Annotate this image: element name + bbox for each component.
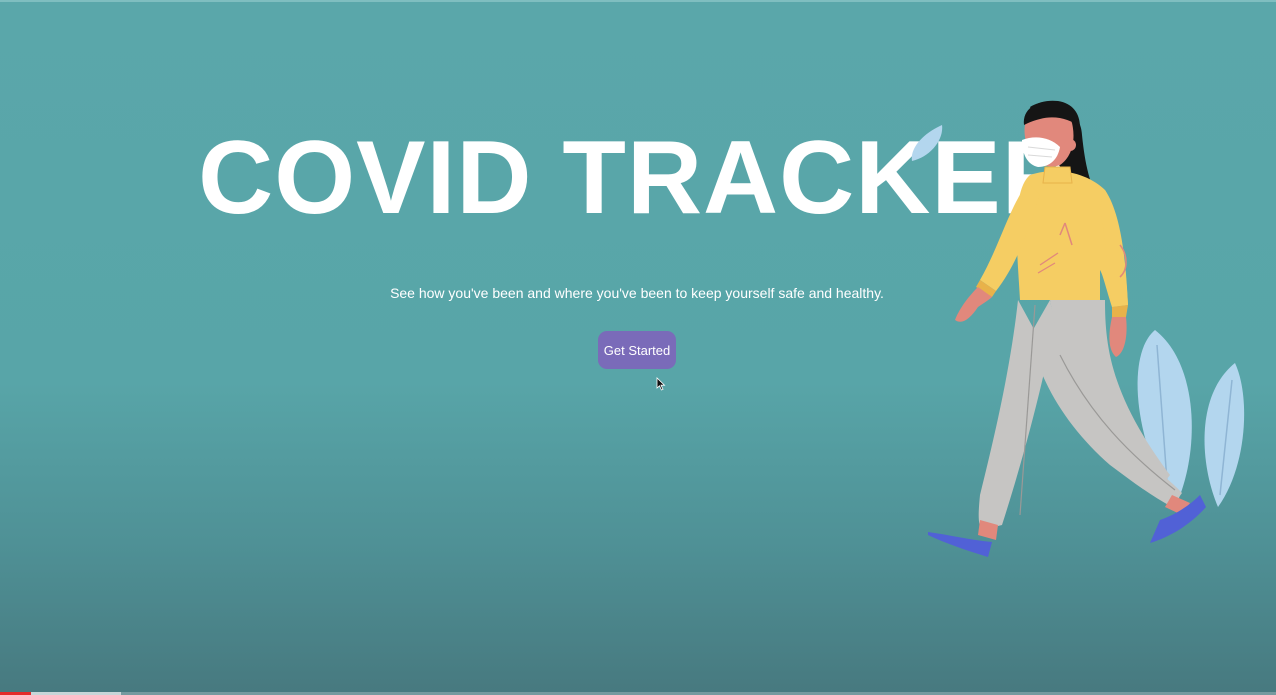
get-started-button[interactable]: Get Started <box>598 331 676 369</box>
mouse-cursor-icon <box>656 377 666 391</box>
walking-woman-illustration <box>911 100 1245 557</box>
landing-page: COVID TRACKER See how you've been and wh… <box>0 0 1276 695</box>
top-divider <box>0 0 1276 2</box>
